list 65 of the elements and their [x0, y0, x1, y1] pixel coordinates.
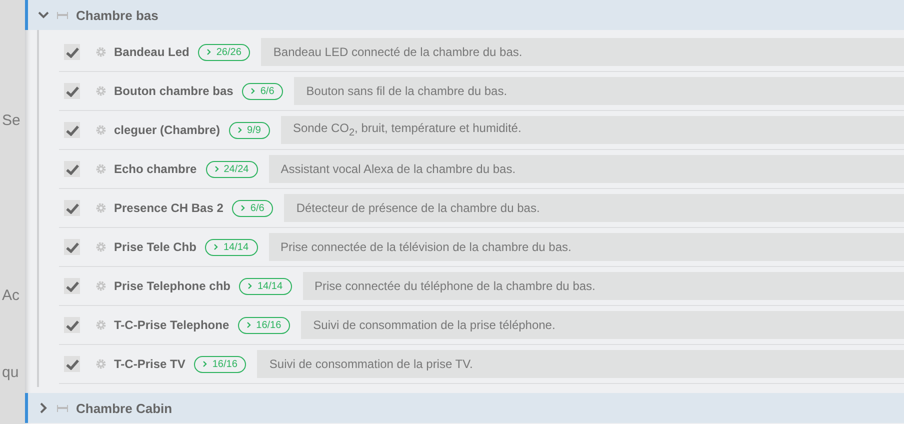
group-title: Chambre Cabin: [76, 400, 172, 416]
group-header[interactable]: Chambre Cabin: [25, 393, 904, 423]
checkbox[interactable]: [64, 44, 80, 60]
checkbox[interactable]: [64, 278, 80, 294]
count-badge[interactable]: 14/14: [239, 278, 292, 294]
checkbox[interactable]: [64, 356, 80, 372]
device-name: Bandeau Led: [114, 45, 190, 59]
checkmark-icon: [66, 124, 78, 136]
checkbox[interactable]: [64, 317, 80, 333]
checkmark-icon: [66, 202, 78, 214]
count-badge[interactable]: 14/14: [205, 238, 258, 256]
device-name: cleguer (Chambre): [114, 123, 220, 137]
chevron-right-icon: [214, 244, 218, 250]
sidebar-label: Se: [2, 112, 20, 129]
chevron-right-icon: [248, 282, 252, 288]
description-field: Prise connectée de la télévision de la chambre du bas.: [268, 233, 904, 261]
bed-icon: [57, 12, 68, 18]
device-name: Echo chambre: [114, 162, 197, 176]
description-field: Assistant vocal Alexa de la chambre du bas.: [268, 155, 904, 183]
checkmark-icon: [66, 164, 78, 174]
count-badge[interactable]: 26/26: [198, 44, 250, 60]
checkmark-icon: [66, 280, 78, 292]
description-field: Suivi de consommation de la prise TV.: [257, 350, 904, 378]
sidebar-label: qu: [2, 364, 19, 381]
chevron-right-icon: [203, 360, 208, 366]
chevron-right-icon: [214, 166, 219, 172]
chevron-right-icon: [251, 88, 256, 94]
description-field: Prise connectée du téléphone de la chambre du bas.: [302, 272, 904, 300]
device-name: Prise Tele Chb: [114, 240, 196, 254]
checkmark-icon: [66, 320, 78, 330]
group-title: Chambre bas: [76, 8, 158, 22]
chevron-right-icon: [247, 322, 252, 328]
checkmark-icon: [66, 358, 78, 370]
sidebar-label: Ac: [2, 287, 20, 304]
device-name: T-C-Prise Telephone: [114, 318, 230, 332]
checkmark-icon: [66, 86, 78, 96]
chevron-icon[interactable]: [38, 11, 49, 19]
checkbox[interactable]: [64, 200, 80, 216]
chevron-right-icon: [241, 204, 246, 210]
description-field: Bouton sans fil de la chambre du bas.: [294, 77, 904, 105]
device-name: Prise Telephone chb: [114, 279, 230, 293]
description-field: Sonde CO$_{2}$, bruit, température et humidité.: [280, 116, 904, 144]
checkmark-icon: [66, 242, 78, 252]
count-badge[interactable]: 6/6: [232, 200, 274, 216]
device-name: Presence CH Bas 2: [114, 201, 224, 215]
chevron-right-icon: [238, 126, 242, 132]
bed-icon: [57, 404, 68, 412]
description-field: Bandeau LED connecté de la chambre du bas.: [261, 38, 904, 66]
device-name: Bouton chambre bas: [114, 84, 234, 98]
checkbox[interactable]: [64, 122, 80, 138]
count-badge[interactable]: 16/16: [194, 356, 246, 372]
description-field: Détecteur de présence de la chambre du bas.: [284, 194, 904, 222]
chevron-icon[interactable]: [40, 402, 48, 414]
group-header[interactable]: Chambre bas: [25, 0, 904, 30]
device-name: T-C-Prise TV: [114, 357, 186, 371]
count-badge[interactable]: 6/6: [242, 82, 284, 100]
count-badge[interactable]: 9/9: [229, 122, 270, 138]
checkmark-icon: [66, 46, 78, 58]
count-badge[interactable]: 24/24: [206, 160, 258, 178]
description-field: Suivi de consommation de la prise téléphone.: [301, 311, 904, 339]
checkbox[interactable]: [64, 239, 80, 255]
count-badge[interactable]: 16/16: [238, 316, 290, 334]
chevron-right-icon: [207, 48, 212, 54]
checkbox[interactable]: [64, 161, 80, 177]
checkbox[interactable]: [64, 83, 80, 99]
